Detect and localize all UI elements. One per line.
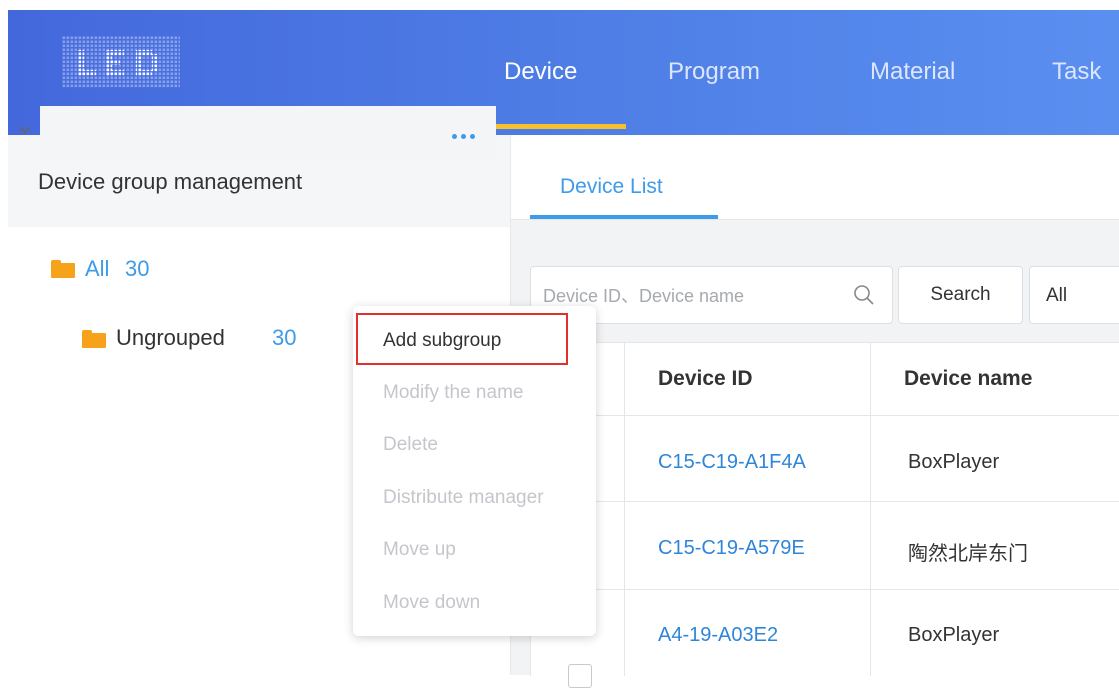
status-filter-select[interactable]: All bbox=[1029, 266, 1119, 324]
menu-modify-name[interactable]: Modify the name bbox=[383, 382, 523, 404]
highlight-box bbox=[356, 313, 568, 365]
menu-distribute-manager[interactable]: Distribute manager bbox=[383, 487, 544, 509]
tree-node-all[interactable] bbox=[40, 106, 496, 160]
folder-icon bbox=[51, 260, 75, 278]
tab-active-indicator bbox=[530, 215, 718, 219]
tree-count-all: 30 bbox=[125, 256, 150, 281]
nav-program[interactable]: Program bbox=[668, 58, 760, 86]
nav-material[interactable]: Material bbox=[870, 58, 955, 86]
search-icon[interactable] bbox=[853, 284, 875, 306]
device-name-cell: 陶然北岸东门 bbox=[908, 541, 1028, 565]
device-id-link[interactable]: A4-19-A03E2 bbox=[658, 624, 778, 647]
nav-device[interactable]: Device bbox=[504, 58, 577, 86]
column-header-device-id[interactable]: Device ID bbox=[658, 367, 753, 391]
device-table bbox=[530, 342, 1119, 676]
tab-bar: Device List bbox=[511, 135, 1119, 220]
filter-value: All bbox=[1046, 285, 1068, 306]
menu-move-down[interactable]: Move down bbox=[383, 592, 480, 614]
search-button[interactable]: Search bbox=[898, 266, 1023, 324]
more-options-icon[interactable] bbox=[452, 126, 479, 144]
tab-device-list[interactable]: Device List bbox=[560, 175, 663, 199]
chevron-down-icon[interactable] bbox=[18, 123, 32, 137]
folder-icon bbox=[82, 330, 106, 348]
row-checkbox[interactable] bbox=[568, 664, 592, 688]
nav-task[interactable]: Task bbox=[1052, 58, 1101, 86]
device-name-cell: BoxPlayer bbox=[908, 624, 1000, 646]
menu-move-up[interactable]: Move up bbox=[383, 539, 456, 561]
led-logo bbox=[62, 36, 180, 88]
column-header-device-name[interactable]: Device name bbox=[904, 367, 1032, 391]
panel-title: Device group management bbox=[38, 169, 303, 194]
device-name-cell: BoxPlayer bbox=[908, 451, 1000, 473]
device-id-link[interactable]: C15-C19-A1F4A bbox=[658, 451, 806, 474]
device-id-link[interactable]: C15-C19-A579E bbox=[658, 537, 805, 560]
tree-label-ungrouped[interactable]: Ungrouped bbox=[116, 325, 225, 351]
tree-label-all[interactable]: All bbox=[85, 256, 109, 282]
menu-delete[interactable]: Delete bbox=[383, 434, 438, 456]
tree-count-ungrouped: 30 bbox=[272, 325, 297, 350]
